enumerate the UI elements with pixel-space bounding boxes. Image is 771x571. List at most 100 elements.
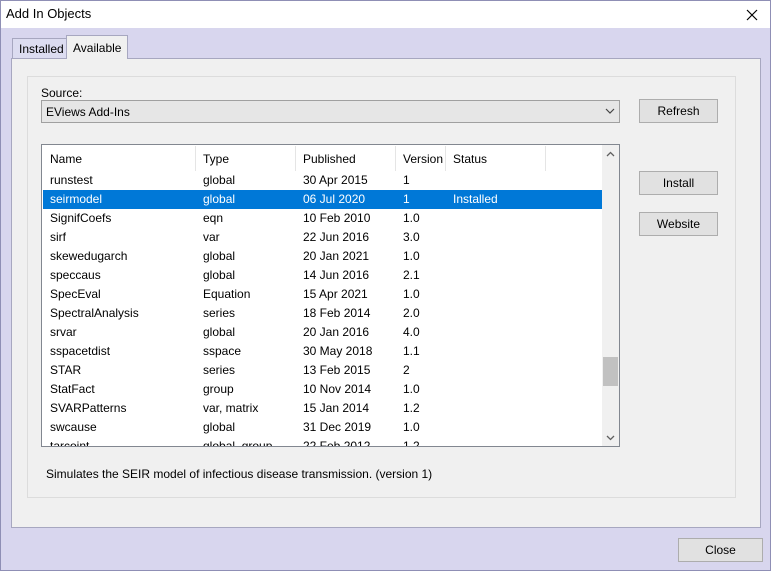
close-icon[interactable] (734, 1, 770, 28)
row-status (446, 209, 546, 228)
row-name: speccaus (50, 268, 101, 282)
list-row[interactable]: SignifCoefs eqn 10 Feb 2010 1.0 (43, 209, 603, 228)
row-type: global, group (203, 439, 273, 447)
row-version: 1.2 (403, 401, 420, 415)
tab-available-label: Available (73, 40, 122, 55)
column-header-type[interactable]: Type (196, 146, 296, 171)
list-row[interactable]: skewedugarch global 20 Jan 2021 1.0 (43, 247, 603, 266)
row-name: StatFact (50, 382, 95, 396)
row-type: var, matrix (203, 401, 259, 415)
row-type: global (203, 173, 236, 187)
list-row[interactable]: runstest global 30 Apr 2015 1 (43, 171, 603, 190)
close-button[interactable]: Close (678, 538, 763, 562)
title-bar: Add In Objects (1, 1, 770, 28)
row-name: sspacetdist (50, 344, 111, 358)
list-row[interactable]: SVARPatterns var, matrix 15 Jan 2014 1.2 (43, 399, 603, 418)
row-name: STAR (50, 363, 82, 377)
row-name: skewedugarch (50, 249, 128, 263)
tab-installed[interactable]: Installed (12, 38, 71, 58)
row-status (446, 418, 546, 437)
row-version: 3.0 (403, 230, 420, 244)
row-type: global (203, 325, 236, 339)
list-row[interactable]: srvar global 20 Jan 2016 4.0 (43, 323, 603, 342)
row-type: global (203, 420, 236, 434)
row-published: 20 Jan 2021 (303, 249, 370, 263)
row-published: 22 Jun 2016 (303, 230, 370, 244)
row-version: 1.1 (403, 344, 420, 358)
row-status (446, 361, 546, 380)
row-name: SpectralAnalysis (50, 306, 139, 320)
tab-available[interactable]: Available (66, 35, 129, 59)
row-published: 13 Feb 2015 (303, 363, 371, 377)
add-in-objects-dialog: Add In Objects Installed Available Sourc… (0, 0, 771, 571)
column-header-status[interactable]: Status (446, 146, 546, 171)
list-row[interactable]: sspacetdist sspace 30 May 2018 1.1 (43, 342, 603, 361)
column-header-published[interactable]: Published (296, 146, 396, 171)
list-row[interactable]: speccaus global 14 Jun 2016 2.1 (43, 266, 603, 285)
scrollbar-thumb[interactable] (603, 357, 618, 386)
window-title: Add In Objects (6, 6, 92, 21)
row-version: 2.0 (403, 306, 420, 320)
chevron-up-icon (606, 151, 615, 156)
website-button[interactable]: Website (639, 212, 718, 236)
column-header-version[interactable]: Version (396, 146, 446, 171)
install-button[interactable]: Install (639, 171, 718, 195)
row-status (446, 171, 546, 190)
refresh-button[interactable]: Refresh (639, 99, 718, 123)
row-version: 1.2 (403, 439, 420, 447)
row-name: SignifCoefs (50, 211, 112, 225)
website-button-label: Website (656, 217, 701, 231)
vertical-scrollbar[interactable] (602, 145, 619, 446)
source-dropdown[interactable]: EViews Add-Ins (41, 100, 620, 123)
row-status (446, 247, 546, 266)
list-row[interactable]: sirf var 22 Jun 2016 3.0 (43, 228, 603, 247)
row-published: 10 Nov 2014 (303, 382, 372, 396)
addin-description: Simulates the SEIR model of infectious d… (46, 467, 433, 481)
list-row-selected[interactable]: seirmodel global 06 Jul 2020 1 Installed (43, 190, 603, 209)
row-published: 22 Feb 2012 (303, 439, 371, 447)
row-published: 30 Apr 2015 (303, 173, 368, 187)
row-published: 14 Jun 2016 (303, 268, 370, 282)
row-status (446, 437, 546, 446)
row-status (446, 228, 546, 247)
row-status (446, 380, 546, 399)
row-version: 2.1 (403, 268, 420, 282)
row-name: seirmodel (50, 192, 103, 206)
row-type: sspace (203, 344, 242, 358)
row-type: Equation (203, 287, 251, 301)
row-status (446, 399, 546, 418)
row-published: 15 Apr 2021 (303, 287, 368, 301)
row-version: 2 (403, 363, 410, 377)
row-version: 1 (403, 173, 410, 187)
row-published: 31 Dec 2019 (303, 420, 372, 434)
list-row[interactable]: tarcoint global, group 22 Feb 2012 1.2 (43, 437, 603, 447)
row-published: 10 Feb 2010 (303, 211, 371, 225)
column-header-label: Version (403, 151, 444, 166)
refresh-button-label: Refresh (657, 104, 700, 118)
list-row[interactable]: SpectralAnalysis series 18 Feb 2014 2.0 (43, 304, 603, 323)
scroll-up-arrow[interactable] (602, 145, 619, 162)
scroll-down-arrow[interactable] (602, 429, 619, 446)
row-type: series (203, 363, 236, 377)
close-button-label: Close (705, 543, 736, 557)
row-type: var (203, 230, 220, 244)
addins-list[interactable]: Name Type Published Version Status runst… (41, 144, 620, 447)
row-status (446, 323, 546, 342)
column-header-label: Status (453, 151, 488, 166)
row-status (446, 266, 546, 285)
row-type: group (203, 382, 234, 396)
row-status (446, 342, 546, 361)
list-row[interactable]: STAR series 13 Feb 2015 2 (43, 361, 603, 380)
column-header-name[interactable]: Name (43, 146, 196, 171)
list-row[interactable]: StatFact group 10 Nov 2014 1.0 (43, 380, 603, 399)
row-version: 1.0 (403, 249, 420, 263)
row-name: SVARPatterns (50, 401, 127, 415)
row-name: runstest (50, 173, 93, 187)
list-row[interactable]: swcause global 31 Dec 2019 1.0 (43, 418, 603, 437)
row-version: 1 (403, 192, 410, 206)
row-type: eqn (203, 211, 224, 225)
list-row[interactable]: SpecEval Equation 15 Apr 2021 1.0 (43, 285, 603, 304)
row-published: 06 Jul 2020 (303, 192, 366, 206)
source-selected-value: EViews Add-Ins (46, 104, 130, 119)
row-version: 1.0 (403, 420, 420, 434)
